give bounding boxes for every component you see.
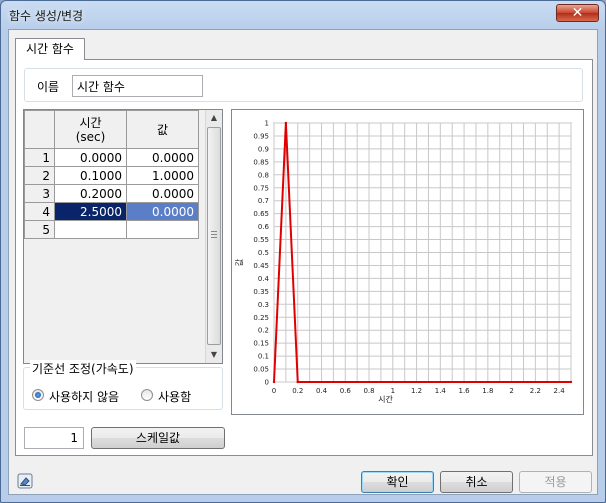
y-tick-label: 0.5 (258, 249, 269, 257)
radio-used-label: 사용함 (158, 390, 192, 404)
value-cell[interactable]: 0.0000 (126, 202, 199, 221)
table-row-selected[interactable]: 4 2.5000 0.0000 (24, 202, 199, 221)
radio-not-used-label: 사용하지 않음 (49, 390, 120, 404)
y-tick-label: 0.3 (258, 301, 269, 309)
data-point (296, 380, 299, 384)
time-cell[interactable]: 0.1000 (54, 166, 127, 185)
time-cell[interactable] (54, 220, 127, 239)
value-cell[interactable]: 0.0000 (126, 148, 199, 167)
column-header-time-label: 시간 (79, 115, 102, 130)
grip-icon (211, 231, 217, 238)
y-tick-label: 0.15 (253, 340, 269, 348)
x-tick-label: 1.4 (435, 387, 447, 395)
apply-button: 적용 (519, 471, 592, 493)
y-tick-label: 0.95 (253, 132, 269, 140)
row-header[interactable]: 1 (24, 148, 55, 167)
chart-panel: 0 0.05 0.1 0.15 0.2 0.25 0.3 0.35 0.4 0.45 0.5 0.55… (231, 109, 584, 415)
name-group: 이름 (24, 68, 583, 102)
data-point (272, 380, 276, 384)
x-tick-label: 1 (391, 387, 395, 395)
column-header-value[interactable]: 값 (126, 110, 199, 149)
x-tick-label: 0.6 (340, 387, 352, 395)
y-tick-label: 0.45 (253, 262, 269, 270)
time-cell[interactable]: 2.5000 (54, 202, 127, 221)
x-tick-label: 0.2 (292, 387, 303, 395)
scroll-down-icon[interactable]: ▼ (206, 347, 222, 363)
x-tick-label: 2.2 (530, 387, 541, 395)
y-tick-label: 0.4 (258, 275, 270, 283)
y-tick-label: 0 (265, 379, 269, 387)
x-tick-label: 1.2 (411, 387, 422, 395)
close-icon: ✕ (571, 5, 584, 21)
data-point (284, 121, 288, 125)
scale-input[interactable] (24, 427, 84, 449)
y-tick-label: 0.6 (258, 223, 270, 231)
y-tick-label: 0.65 (253, 210, 269, 218)
grid-corner (24, 110, 55, 149)
x-axis-label: 시간 (378, 394, 393, 404)
value-cell[interactable]: 0.0000 (126, 184, 199, 203)
y-tick-label: 0.75 (253, 184, 269, 192)
value-cell[interactable]: 1.0000 (126, 166, 199, 185)
column-header-time[interactable]: 시간 (sec) (54, 110, 127, 149)
y-tick-label: 0.8 (258, 171, 269, 179)
name-input[interactable] (72, 75, 203, 97)
y-tick-label: 0.85 (253, 158, 269, 166)
y-tick-label: 0.55 (253, 236, 269, 244)
y-axis-label: 값 (234, 258, 244, 266)
time-function-chart: 0 0.05 0.1 0.15 0.2 0.25 0.3 0.35 0.4 0.45 0.5 0.55… (234, 120, 573, 404)
x-tick-label: 2.4 (554, 387, 566, 395)
cancel-button[interactable]: 취소 (440, 471, 513, 493)
y-tick-label: 0.05 (253, 366, 269, 374)
data-point (569, 380, 573, 384)
window-title: 함수 생성/변경 (9, 9, 84, 23)
row-header[interactable]: 2 (24, 166, 55, 185)
scroll-thumb[interactable] (207, 127, 221, 345)
y-tick-label: 0.1 (258, 353, 269, 361)
ok-button[interactable]: 확인 (361, 471, 434, 493)
x-tick-label: 0.8 (363, 387, 374, 395)
value-cell[interactable] (126, 220, 199, 239)
scroll-up-icon[interactable]: ▲ (206, 110, 222, 126)
eraser-icon[interactable] (17, 473, 33, 489)
table-scrollbar[interactable]: ▲ ▼ (205, 110, 222, 363)
time-cell[interactable]: 0.2000 (54, 184, 127, 203)
x-tick-label: 0.4 (316, 387, 328, 395)
baseline-legend: 기준선 조정(가속도) (30, 360, 136, 377)
y-tick-label: 1 (265, 120, 269, 128)
name-label: 이름 (37, 80, 60, 94)
tab-time-function[interactable]: 시간 함수 (15, 38, 85, 60)
y-tick-label: 0.35 (253, 288, 269, 296)
tab-panel: 이름 시간 (sec) 값 1 0.0000 (15, 59, 593, 456)
data-grid: 시간 (sec) 값 1 0.0000 0.0000 2 0.1000 1.00… (24, 110, 199, 239)
radio-on-icon (32, 389, 44, 401)
x-tick-label: 0 (272, 387, 276, 395)
table-row[interactable]: 2 0.1000 1.0000 (24, 166, 199, 185)
row-header[interactable]: 5 (24, 220, 55, 239)
data-table[interactable]: 시간 (sec) 값 1 0.0000 0.0000 2 0.1000 1.00… (23, 109, 223, 364)
close-button[interactable]: ✕ (556, 4, 599, 22)
column-header-time-unit: (sec) (75, 129, 106, 144)
x-tick-label: 1.6 (459, 387, 471, 395)
row-header[interactable]: 4 (24, 202, 55, 221)
y-tick-label: 0.9 (258, 145, 269, 153)
table-row[interactable]: 5 (24, 220, 199, 239)
table-row[interactable]: 3 0.2000 0.0000 (24, 184, 199, 203)
radio-off-icon (141, 389, 153, 401)
scale-button[interactable]: 스케일값 (91, 427, 225, 449)
baseline-group: 기준선 조정(가속도) 사용하지 않음 사용함 (23, 360, 223, 410)
y-tick-label: 0.2 (258, 327, 269, 335)
x-tick-label: 2 (509, 387, 513, 395)
table-row[interactable]: 1 0.0000 0.0000 (24, 148, 199, 167)
dialog-client: 시간 함수 이름 시간 (sec) 값 1 (8, 29, 598, 495)
time-cell[interactable]: 0.0000 (54, 148, 127, 167)
function-dialog: 함수 생성/변경 ✕ 시간 함수 이름 시간 (sec) 값 (0, 0, 606, 503)
row-header[interactable]: 3 (24, 184, 55, 203)
y-tick-label: 0.7 (258, 197, 269, 205)
y-tick-label: 0.25 (253, 314, 269, 322)
title-bar: 함수 생성/변경 ✕ (1, 1, 605, 29)
x-tick-label: 1.8 (482, 387, 493, 395)
